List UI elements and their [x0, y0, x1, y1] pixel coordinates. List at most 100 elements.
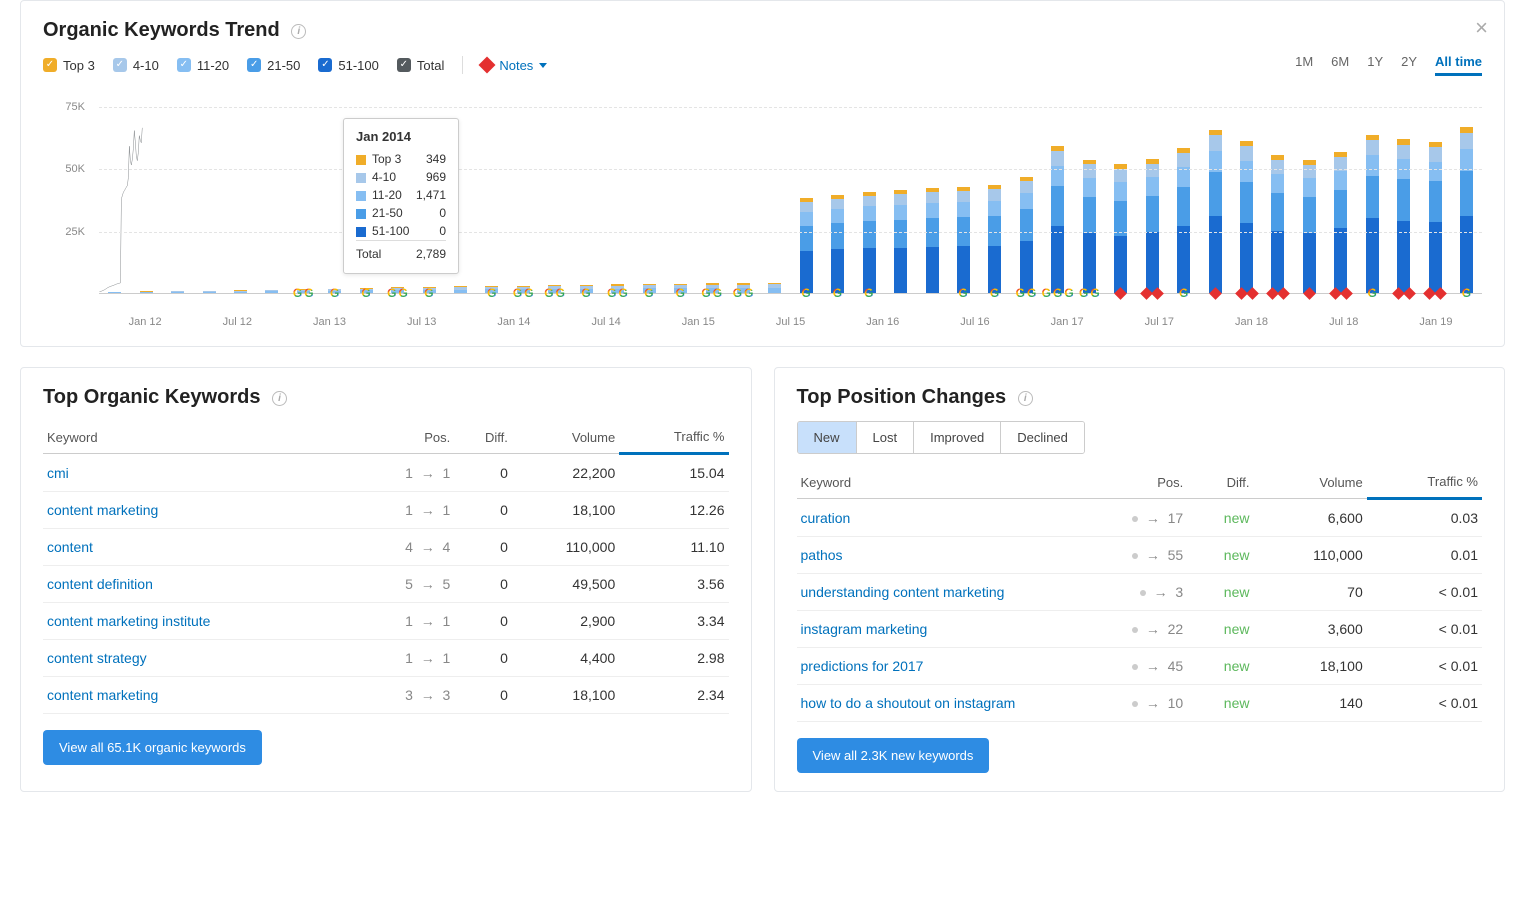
google-update-icon[interactable] [1368, 286, 1377, 300]
google-update-icon[interactable] [958, 286, 967, 300]
google-update-icon[interactable] [833, 286, 842, 300]
keyword-link[interactable]: content strategy [47, 650, 147, 666]
google-update-icon[interactable] [1016, 286, 1025, 300]
google-update-icon[interactable] [556, 286, 565, 300]
bar-Nov-15[interactable] [822, 195, 853, 293]
bar-Jul-17[interactable] [1136, 159, 1167, 293]
google-update-icon[interactable] [1053, 286, 1062, 300]
range-1m[interactable]: 1M [1295, 54, 1313, 76]
bar-May-18[interactable] [1294, 160, 1325, 293]
google-update-icon[interactable] [361, 286, 370, 300]
note-icon[interactable] [1277, 287, 1290, 300]
google-update-icon[interactable] [733, 286, 742, 300]
keyword-link[interactable]: cmi [47, 465, 69, 481]
google-update-icon[interactable] [644, 286, 653, 300]
bar-Sep-16[interactable] [979, 185, 1010, 293]
range-2y[interactable]: 2Y [1401, 54, 1417, 76]
google-update-icon[interactable] [1462, 286, 1471, 300]
google-update-icon[interactable] [744, 286, 753, 300]
bar-Jan-17[interactable] [1042, 146, 1073, 294]
keyword-link[interactable]: content marketing [47, 687, 158, 703]
google-update-icon[interactable] [990, 286, 999, 300]
note-icon[interactable] [1114, 287, 1127, 300]
close-icon[interactable]: × [1475, 15, 1488, 41]
tab-improved[interactable]: Improved [914, 422, 1001, 453]
legend-checkbox-r4_10[interactable]: 4-10 [113, 58, 159, 73]
keyword-link[interactable]: content [47, 539, 93, 555]
note-icon[interactable] [1151, 287, 1164, 300]
view-all-keywords-button[interactable]: View all 65.1K organic keywords [43, 730, 262, 765]
tab-lost[interactable]: Lost [857, 422, 915, 453]
bar-Nov-18[interactable] [1388, 139, 1419, 293]
google-update-icon[interactable] [1064, 286, 1073, 300]
google-update-icon[interactable] [524, 286, 533, 300]
keyword-link[interactable]: content definition [47, 576, 153, 592]
tab-declined[interactable]: Declined [1001, 422, 1084, 453]
google-update-icon[interactable] [304, 286, 313, 300]
google-update-icon[interactable] [487, 286, 496, 300]
bar-Nov-17[interactable] [1199, 130, 1230, 293]
google-update-icon[interactable] [1042, 286, 1051, 300]
range-alltime[interactable]: All time [1435, 54, 1482, 76]
keyword-link[interactable]: pathos [801, 547, 843, 563]
chart-plot-area[interactable] [99, 94, 1482, 294]
google-update-icon[interactable] [544, 286, 553, 300]
note-icon[interactable] [1209, 287, 1222, 300]
bar-Mar-19[interactable] [1451, 127, 1482, 293]
google-update-icon[interactable] [864, 286, 873, 300]
google-update-icon[interactable] [581, 286, 590, 300]
google-update-icon[interactable] [513, 286, 522, 300]
google-update-icon[interactable] [713, 286, 722, 300]
bar-Jul-18[interactable] [1325, 152, 1356, 293]
google-update-icon[interactable] [1079, 286, 1088, 300]
info-icon[interactable]: i [272, 391, 287, 406]
legend-checkbox-total[interactable]: Total [397, 58, 444, 73]
note-icon[interactable] [1246, 287, 1259, 300]
google-update-icon[interactable] [387, 286, 396, 300]
bar-Mar-16[interactable] [885, 190, 916, 293]
bar-Sep-18[interactable] [1357, 135, 1388, 293]
bar-Jan-19[interactable] [1419, 142, 1450, 293]
keyword-link[interactable]: predictions for 2017 [801, 658, 924, 674]
keyword-link[interactable]: understanding content marketing [801, 584, 1005, 600]
google-update-icon[interactable] [330, 286, 339, 300]
note-icon[interactable] [1403, 287, 1416, 300]
google-update-icon[interactable] [1027, 286, 1036, 300]
google-update-icon[interactable] [801, 286, 810, 300]
bar-Mar-17[interactable] [1074, 160, 1105, 294]
google-update-icon[interactable] [293, 286, 302, 300]
note-icon[interactable] [1303, 287, 1316, 300]
google-update-icon[interactable] [676, 286, 685, 300]
google-update-icon[interactable] [618, 286, 627, 300]
note-icon[interactable] [1434, 287, 1447, 300]
keyword-link[interactable]: how to do a shoutout on instagram [801, 695, 1016, 711]
google-update-icon[interactable] [1179, 286, 1188, 300]
bar-Jul-16[interactable] [948, 187, 979, 293]
keyword-link[interactable]: instagram marketing [801, 621, 928, 637]
legend-checkbox-r11_20[interactable]: 11-20 [177, 58, 229, 73]
info-icon[interactable]: i [1018, 391, 1033, 406]
bar-Jan-18[interactable] [1231, 141, 1262, 293]
google-update-icon[interactable] [424, 286, 433, 300]
google-update-icon[interactable] [399, 286, 408, 300]
bar-Mar-18[interactable] [1262, 155, 1293, 293]
range-6m[interactable]: 6M [1331, 54, 1349, 76]
bar-Nov-16[interactable] [1011, 177, 1042, 293]
notes-dropdown[interactable]: Notes [481, 58, 547, 73]
tab-new[interactable]: New [798, 422, 857, 453]
google-update-icon[interactable] [701, 286, 710, 300]
bar-Jan-16[interactable] [854, 192, 885, 293]
google-update-icon[interactable] [607, 286, 616, 300]
bar-May-17[interactable] [1105, 164, 1136, 293]
bar-Sep-15[interactable] [791, 198, 822, 293]
legend-checkbox-top3[interactable]: Top 3 [43, 58, 95, 73]
bar-May-16[interactable] [916, 188, 947, 293]
legend-checkbox-r51_100[interactable]: 51-100 [318, 58, 378, 73]
range-1y[interactable]: 1Y [1367, 54, 1383, 76]
legend-checkbox-r21_50[interactable]: 21-50 [247, 58, 300, 73]
keyword-link[interactable]: curation [801, 510, 851, 526]
keyword-link[interactable]: content marketing [47, 502, 158, 518]
google-update-icon[interactable] [1090, 286, 1099, 300]
note-icon[interactable] [1340, 287, 1353, 300]
view-all-new-keywords-button[interactable]: View all 2.3K new keywords [797, 738, 990, 773]
